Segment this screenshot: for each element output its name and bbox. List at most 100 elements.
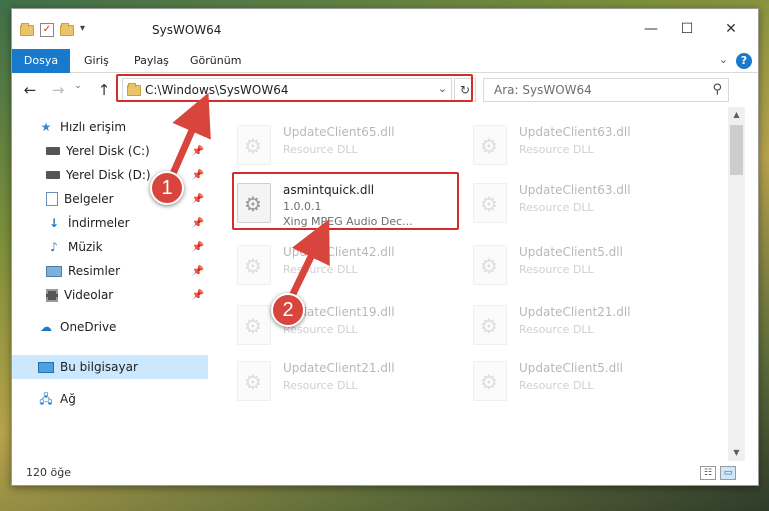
tab-home[interactable]: Giriş [74, 49, 119, 73]
dll-file-icon [237, 361, 271, 401]
pin-icon[interactable]: 📌 [192, 218, 204, 229]
search-placeholder: Ara: SysWOW64 [494, 83, 592, 97]
file-name: UpdateClient63.dll [519, 125, 631, 139]
sidebar-item-label: Ağ [60, 392, 76, 406]
file-name: UpdateClient21.dll [519, 305, 631, 319]
tab-share[interactable]: Paylaş [124, 49, 179, 73]
sidebar-item-label: Resimler [68, 264, 121, 278]
file-name: UpdateClient63.dll [519, 183, 631, 197]
sidebar-item-music[interactable]: ♪ Müzik 📌 [12, 235, 208, 259]
star-icon: ★ [40, 120, 52, 134]
address-highlight-box [116, 74, 473, 102]
scrollbar-thumb[interactable] [730, 125, 743, 175]
file-highlight-box [232, 172, 459, 230]
file-name: UpdateClient21.dll [283, 361, 395, 375]
window-title: SysWOW64 [152, 23, 222, 37]
expand-ribbon-icon[interactable]: ⌄ [719, 53, 728, 66]
file-type: Resource DLL [519, 323, 594, 336]
pin-icon[interactable]: 📌 [192, 242, 204, 253]
file-name: UpdateClient5.dll [519, 361, 623, 375]
item-count: 120 öğe [26, 466, 71, 479]
file-item[interactable]: UpdateClient63.dll Resource DLL [473, 177, 703, 233]
recent-dropdown[interactable]: ⌄ [68, 81, 88, 91]
sidebar-item-this-pc[interactable]: Bu bilgisayar [12, 355, 208, 379]
forward-button[interactable]: → [48, 81, 68, 99]
scroll-up-arrow-icon[interactable]: ▲ [728, 107, 745, 123]
file-name: UpdateClient65.dll [283, 125, 395, 139]
tab-view[interactable]: Görünüm [180, 49, 251, 73]
sidebar-item-label: Belgeler [64, 192, 114, 206]
file-item[interactable]: UpdateClient65.dll Resource DLL [237, 119, 467, 175]
file-type: Resource DLL [283, 143, 358, 156]
computer-icon [38, 361, 54, 373]
download-icon: ↓ [48, 216, 60, 230]
sidebar-item-network[interactable]: 🖧 Ağ [12, 387, 208, 411]
drive-icon [46, 171, 60, 179]
details-view-icon[interactable]: ☷ [700, 466, 716, 480]
sidebar-item-label: Bu bilgisayar [60, 360, 138, 374]
sidebar-item-label: Müzik [68, 240, 103, 254]
sidebar-item-label: Videolar [64, 288, 114, 302]
step-marker-1: 1 [150, 171, 184, 205]
sidebar-item-onedrive[interactable]: ☁ OneDrive [12, 315, 208, 339]
vertical-scrollbar[interactable]: ▲ ▼ [728, 107, 745, 461]
new-folder-icon[interactable] [60, 22, 74, 36]
back-button[interactable]: ← [20, 81, 40, 99]
file-type: Resource DLL [519, 379, 594, 392]
dll-file-icon [237, 125, 271, 165]
maximize-button[interactable]: ☐ [672, 19, 702, 39]
file-item[interactable]: UpdateClient5.dll Resource DLL [473, 239, 703, 295]
pin-icon[interactable]: 📌 [192, 290, 204, 301]
properties-icon[interactable]: ✓ [40, 23, 54, 37]
documents-icon [46, 192, 58, 206]
status-bar: 120 öğe ☷ ▭ [12, 461, 758, 485]
file-list: UpdateClient65.dll Resource DLL UpdateCl… [209, 107, 728, 461]
dll-file-icon [473, 305, 507, 345]
drive-icon [46, 147, 60, 155]
help-button[interactable]: ? [736, 53, 752, 69]
dll-file-icon [237, 305, 271, 345]
file-item[interactable]: UpdateClient5.dll Resource DLL [473, 355, 703, 411]
file-item[interactable]: UpdateClient42.dll Resource DLL [237, 239, 467, 295]
pin-icon[interactable]: 📌 [192, 170, 204, 181]
videos-icon [46, 288, 58, 302]
close-button[interactable]: ✕ [716, 19, 746, 39]
sidebar-item-label: OneDrive [60, 320, 117, 334]
dll-file-icon [473, 361, 507, 401]
pin-icon[interactable]: 📌 [192, 146, 204, 157]
sidebar-item-downloads[interactable]: ↓ İndirmeler 📌 [12, 211, 208, 235]
sidebar-item-quick-access[interactable]: ★ Hızlı erişim [12, 115, 208, 139]
ribbon-tabs: Dosya Giriş Paylaş Görünüm ⌄ ? [12, 49, 758, 105]
pin-icon[interactable]: 📌 [192, 194, 204, 205]
search-icon: ⚲ [712, 82, 722, 97]
pictures-icon [46, 265, 62, 277]
file-type: Resource DLL [283, 379, 358, 392]
file-type: Resource DLL [519, 263, 594, 276]
sidebar-item-videos[interactable]: Videolar 📌 [12, 283, 208, 307]
scroll-down-arrow-icon[interactable]: ▼ [728, 445, 745, 461]
large-icons-view-icon[interactable]: ▭ [720, 466, 736, 480]
search-input[interactable]: Ara: SysWOW64 ⚲ [483, 78, 729, 102]
sidebar-item-pictures[interactable]: Resimler 📌 [12, 259, 208, 283]
minimize-button[interactable]: — [636, 19, 666, 39]
customize-icon[interactable]: ▾ [80, 23, 94, 37]
folder-icon[interactable] [20, 22, 34, 36]
music-icon: ♪ [50, 240, 58, 254]
sidebar-item-label: İndirmeler [68, 216, 130, 230]
pin-icon[interactable]: 📌 [192, 266, 204, 277]
sidebar-item-disk-c[interactable]: Yerel Disk (C:) 📌 [12, 139, 208, 163]
dll-file-icon [473, 183, 507, 223]
title-bar: ✓ ▾ SysWOW64 — ☐ ✕ [12, 9, 758, 49]
network-icon: 🖧 [39, 392, 53, 406]
quick-access-toolbar: ✓ ▾ [20, 22, 94, 37]
file-item[interactable]: UpdateClient63.dll Resource DLL [473, 119, 703, 175]
dll-file-icon [473, 245, 507, 285]
cloud-icon: ☁ [40, 320, 52, 334]
dll-file-icon [237, 245, 271, 285]
step-marker-2: 2 [271, 293, 305, 327]
file-name: UpdateClient5.dll [519, 245, 623, 259]
up-button[interactable]: ↑ [94, 81, 114, 99]
sidebar-item-label: Hızlı erişim [60, 120, 127, 134]
file-item[interactable]: UpdateClient21.dll Resource DLL [473, 299, 703, 355]
file-item[interactable]: UpdateClient21.dll Resource DLL [237, 355, 467, 411]
